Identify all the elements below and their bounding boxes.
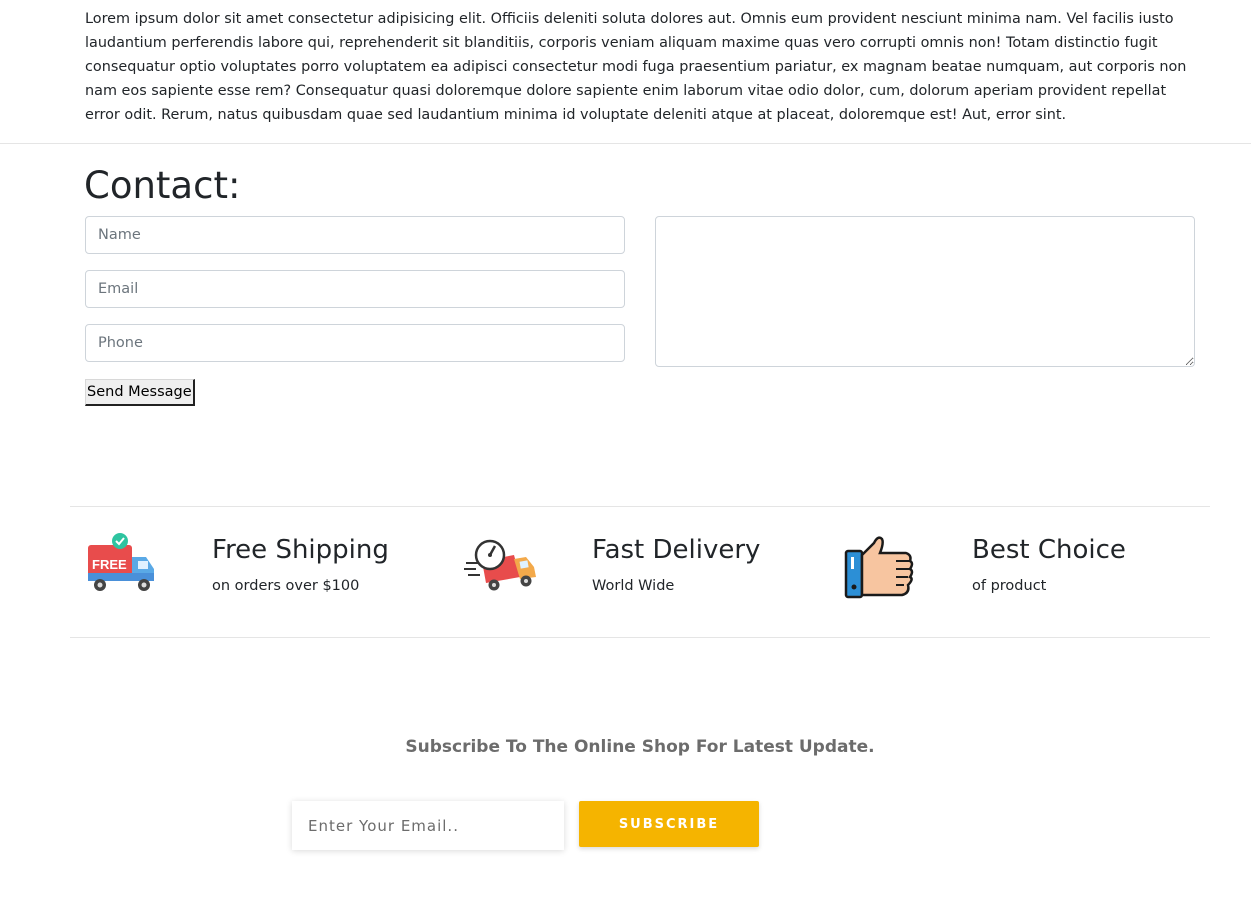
feature-title: Fast Delivery — [592, 535, 761, 565]
features-strip: FREE Free Shipping on orders over $100 F… — [70, 506, 1210, 638]
fast-delivery-truck-icon — [464, 539, 536, 591]
phone-input[interactable] — [85, 324, 625, 362]
feature-subtitle: of product — [972, 578, 1047, 594]
feature-free-shipping: FREE Free Shipping on orders over $100 — [70, 507, 450, 637]
free-badge-text: FREE — [92, 557, 127, 572]
subscribe-button[interactable]: SUBSCRIBE — [579, 801, 759, 847]
feature-best-choice: Best Choice of product — [830, 507, 1210, 637]
section-divider — [0, 143, 1251, 144]
feature-title: Free Shipping — [212, 535, 389, 565]
email-input[interactable] — [85, 270, 625, 308]
thumbs-up-icon — [844, 536, 914, 599]
subscribe-email-input[interactable] — [292, 801, 564, 850]
message-textarea[interactable] — [655, 216, 1195, 367]
feature-fast-delivery: Fast Delivery World Wide — [450, 507, 830, 637]
feature-subtitle: on orders over $100 — [212, 578, 360, 594]
free-shipping-truck-icon: FREE — [88, 533, 154, 591]
feature-title: Best Choice — [972, 535, 1126, 565]
name-input[interactable] — [85, 216, 625, 254]
intro-paragraph: Lorem ipsum dolor sit amet consectetur a… — [85, 11, 1187, 123]
send-message-button[interactable]: Send Message — [85, 379, 195, 406]
contact-title: Contact: — [84, 164, 241, 207]
subscribe-heading: Subscribe To The Online Shop For Latest … — [405, 737, 875, 757]
feature-subtitle: World Wide — [592, 578, 675, 594]
